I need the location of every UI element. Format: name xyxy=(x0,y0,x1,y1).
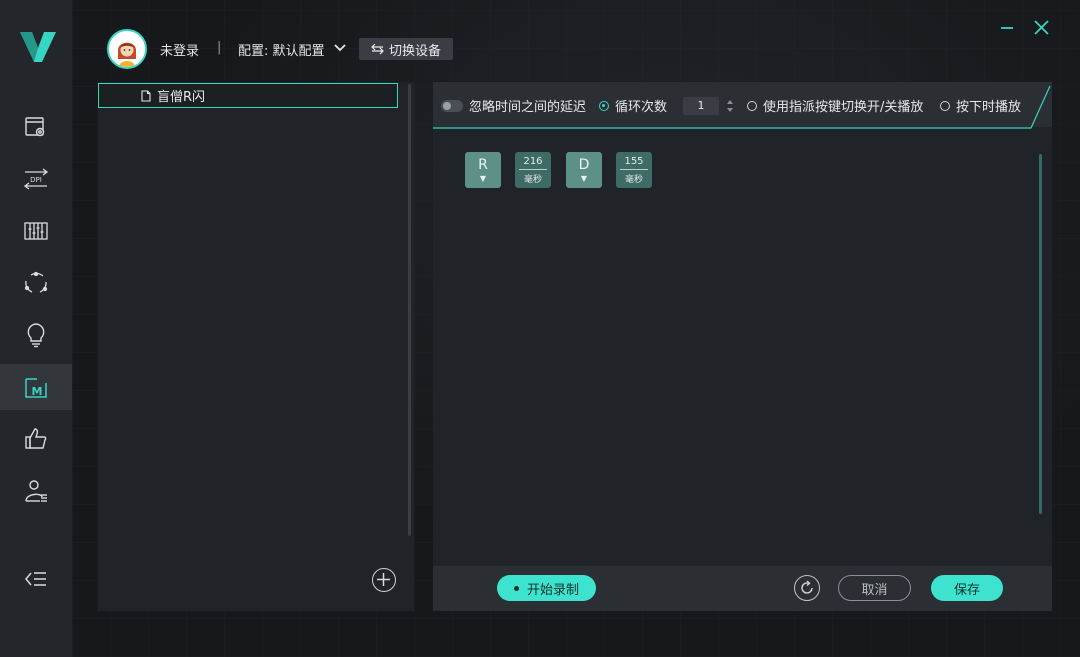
file-icon xyxy=(141,89,151,102)
avatar-icon xyxy=(109,31,145,67)
sidebar: DPI M xyxy=(0,0,72,657)
macro-list-item[interactable]: 盲僧R闪 xyxy=(98,83,398,108)
sequence-key-event[interactable]: D ▼ xyxy=(566,152,602,188)
macro-icon: M xyxy=(25,378,47,398)
user-manage-icon xyxy=(25,480,47,502)
plus-icon xyxy=(377,573,390,586)
sequence-delay-event[interactable]: 216 毫秒 xyxy=(515,152,551,188)
nav-equalizer[interactable] xyxy=(0,208,72,254)
close-button[interactable] xyxy=(1032,18,1052,38)
sequence-scrollbar[interactable] xyxy=(1039,154,1042,514)
nav-sync[interactable] xyxy=(0,260,72,306)
macro-editor-panel: 忽略时间之间的延迟 循环次数 1 使用指派按键切换开/关播放 按下时播放 R ▼ xyxy=(433,82,1052,611)
delay-unit: 毫秒 xyxy=(624,174,643,185)
sequence-delay-event[interactable]: 155 毫秒 xyxy=(616,152,652,188)
start-record-button[interactable]: 开始录制 xyxy=(497,575,596,601)
profile-dropdown-chevron-icon[interactable] xyxy=(333,43,347,53)
macro-icon-label: M xyxy=(32,385,43,398)
macro-list-scrollbar[interactable] xyxy=(408,84,411,536)
macro-list-panel: 盲僧R闪 xyxy=(98,82,414,611)
nav-lighting[interactable] xyxy=(0,312,72,358)
start-record-label: 开始录制 xyxy=(526,582,579,598)
switch-device-label: 切换设备 xyxy=(388,43,441,59)
delay-value: 155 xyxy=(624,155,644,167)
dpi-icon: DPI xyxy=(23,168,49,190)
nav-device-settings[interactable] xyxy=(0,104,72,150)
swap-arrows-icon xyxy=(371,43,384,55)
macro-sequence-editor xyxy=(433,130,1052,566)
add-macro-button[interactable] xyxy=(372,568,396,592)
nav-recommend[interactable] xyxy=(0,416,72,462)
login-status[interactable]: 未登录 xyxy=(160,40,199,59)
save-button[interactable]: 保存 xyxy=(931,575,1003,601)
minimize-button[interactable] xyxy=(998,18,1018,38)
avatar[interactable] xyxy=(107,29,147,69)
nav-dpi[interactable]: DPI xyxy=(0,156,72,202)
key-down-arrow-icon: ▼ xyxy=(580,174,588,183)
macro-item-label: 盲僧R闪 xyxy=(157,90,206,105)
refresh-icon xyxy=(801,580,813,594)
sequence-key-label: D xyxy=(578,157,590,173)
thumbs-up-icon xyxy=(25,428,47,449)
collapse-menu-icon xyxy=(25,572,46,586)
sync-icon xyxy=(24,271,48,293)
profile-label: 配置: 默认配置 xyxy=(238,44,325,59)
delay-value: 216 xyxy=(523,155,543,167)
cancel-button[interactable]: 取消 xyxy=(838,575,911,601)
dpi-label: DPI xyxy=(30,176,42,184)
reset-button[interactable] xyxy=(794,575,820,601)
equalizer-icon xyxy=(24,222,48,240)
nav-user[interactable] xyxy=(0,468,72,514)
sequence-key-label: R xyxy=(478,157,488,173)
key-down-arrow-icon: ▼ xyxy=(479,174,487,183)
nav-macro[interactable]: M xyxy=(0,364,72,410)
sequence-key-event[interactable]: R ▼ xyxy=(465,152,501,188)
toolbar-accent-line xyxy=(433,85,1051,129)
delay-unit: 毫秒 xyxy=(523,174,542,185)
record-dot-icon xyxy=(513,585,519,591)
brand-logo xyxy=(20,32,56,62)
editor-actions-bar: 开始录制 取消 保存 xyxy=(433,566,1052,611)
header-separator: | xyxy=(217,40,222,55)
lightbulb-icon xyxy=(27,323,45,348)
collapse-sidebar-button[interactable] xyxy=(0,556,72,602)
switch-device-button[interactable]: 切换设备 xyxy=(359,38,453,60)
device-settings-icon xyxy=(25,117,45,137)
